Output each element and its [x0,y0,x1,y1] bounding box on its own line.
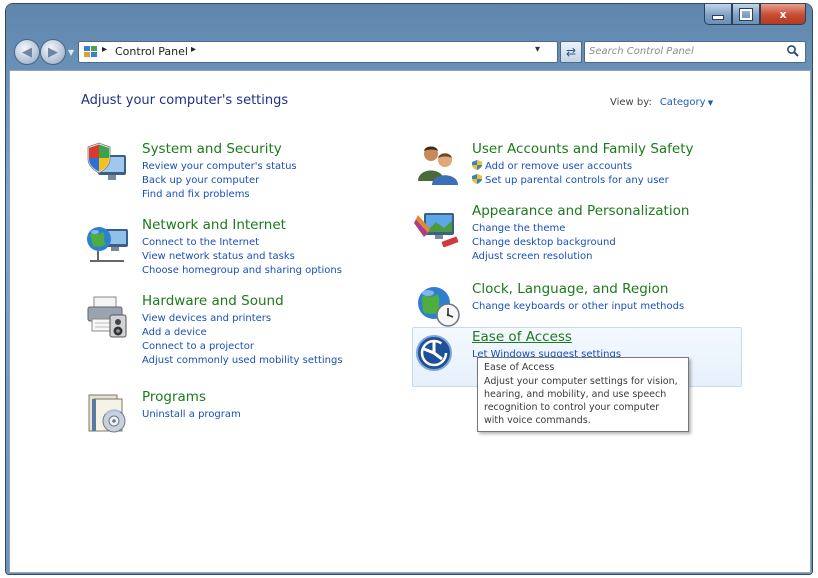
category-title[interactable]: Appearance and Personalization [472,203,689,220]
forward-button[interactable]: ▶ [40,39,66,65]
arrow-right-icon: ▶ [48,44,58,60]
ease-of-access-icon [416,335,452,371]
category-title[interactable]: Hardware and Sound [142,293,343,310]
link-keyboards-input[interactable]: Change keyboards or other input methods [472,300,684,314]
breadcrumb-chevron-icon[interactable]: ▸ [191,44,196,55]
search-box [584,41,806,63]
tooltip-body: Adjust your computer settings for vision… [484,376,678,426]
view-by: View by: Category [610,97,713,108]
search-input[interactable] [589,44,775,59]
appearance-icon [414,213,459,248]
shield-computer-icon [87,142,126,180]
refresh-button[interactable]: ⇄ [560,41,582,63]
view-by-dropdown[interactable]: Category [660,97,713,108]
back-button[interactable]: ◀ [14,39,40,65]
category-title[interactable]: Clock, Language, and Region [472,281,684,298]
printer-speaker-icon [87,296,127,338]
breadcrumb-control-panel[interactable]: Control Panel [115,45,188,58]
tooltip-title: Ease of Access [484,362,555,373]
link-review-status[interactable]: Review your computer's status [142,160,297,174]
programs-icon [88,394,126,433]
control-panel-icon [84,45,98,58]
link-backup[interactable]: Back up your computer [142,174,297,188]
link-homegroup[interactable]: Choose homegroup and sharing options [142,264,342,278]
maximize-icon [740,8,752,20]
link-uninstall-program[interactable]: Uninstall a program [142,408,241,422]
control-panel-window: x ◀ ▶ ▼ ▸ Control Panel ▸ ▾ ⇄ Search Con… [6,4,812,574]
navigation-bar: ◀ ▶ ▼ ▸ Control Panel ▸ ▾ ⇄ [6,34,812,70]
breadcrumb-chevron-icon[interactable]: ▸ [102,44,107,55]
tooltip-ease-of-access: Ease of Access Adjust your computer sett… [477,357,689,432]
title-bar[interactable]: x [6,4,812,34]
link-connect-internet[interactable]: Connect to the Internet [142,236,342,250]
uac-shield-icon [472,160,482,170]
view-by-label: View by: [610,97,652,108]
link-change-theme[interactable]: Change the theme [472,222,689,236]
link-screen-resolution[interactable]: Adjust screen resolution [472,250,689,264]
address-dropdown-icon[interactable]: ▾ [535,44,540,55]
link-add-remove-accounts[interactable]: Add or remove user accounts [472,160,694,174]
link-find-fix-problems[interactable]: Find and fix problems [142,188,297,202]
page-title: Adjust your computer's settings [81,93,289,108]
close-button[interactable]: x [760,4,806,25]
caption-buttons: x [704,4,806,26]
minimize-button[interactable] [704,4,732,25]
minimize-icon [713,15,723,19]
search-icon[interactable] [786,44,800,58]
address-bar[interactable]: ▸ Control Panel ▸ ▾ [78,41,558,63]
link-mobility-settings[interactable]: Adjust commonly used mobility settings [142,354,343,368]
uac-shield-icon [472,174,482,184]
category-title[interactable]: Ease of Access [472,329,621,346]
refresh-icon: ⇄ [565,45,577,59]
maximize-button[interactable] [732,4,760,25]
link-add-device[interactable]: Add a device [142,326,343,340]
recent-pages-dropdown[interactable]: ▼ [68,48,74,57]
category-title[interactable]: Programs [142,389,241,406]
category-title[interactable]: Network and Internet [142,217,342,234]
close-icon: x [779,7,787,21]
content-area: Adjust your computer's settings View by:… [9,70,811,573]
users-icon [418,146,458,185]
link-devices-printers[interactable]: View devices and printers [142,312,343,326]
link-network-status[interactable]: View network status and tasks [142,250,342,264]
arrow-left-icon: ◀ [22,44,32,60]
link-text: Set up parental controls for any user [485,175,669,186]
link-parental-controls[interactable]: Set up parental controls for any user [472,174,694,188]
link-desktop-background[interactable]: Change desktop background [472,236,689,250]
clock-globe-icon [418,287,460,327]
network-globe-icon [87,227,128,262]
category-title[interactable]: System and Security [142,141,297,158]
link-connect-projector[interactable]: Connect to a projector [142,340,343,354]
category-title[interactable]: User Accounts and Family Safety [472,141,694,158]
link-text: Add or remove user accounts [485,161,633,172]
